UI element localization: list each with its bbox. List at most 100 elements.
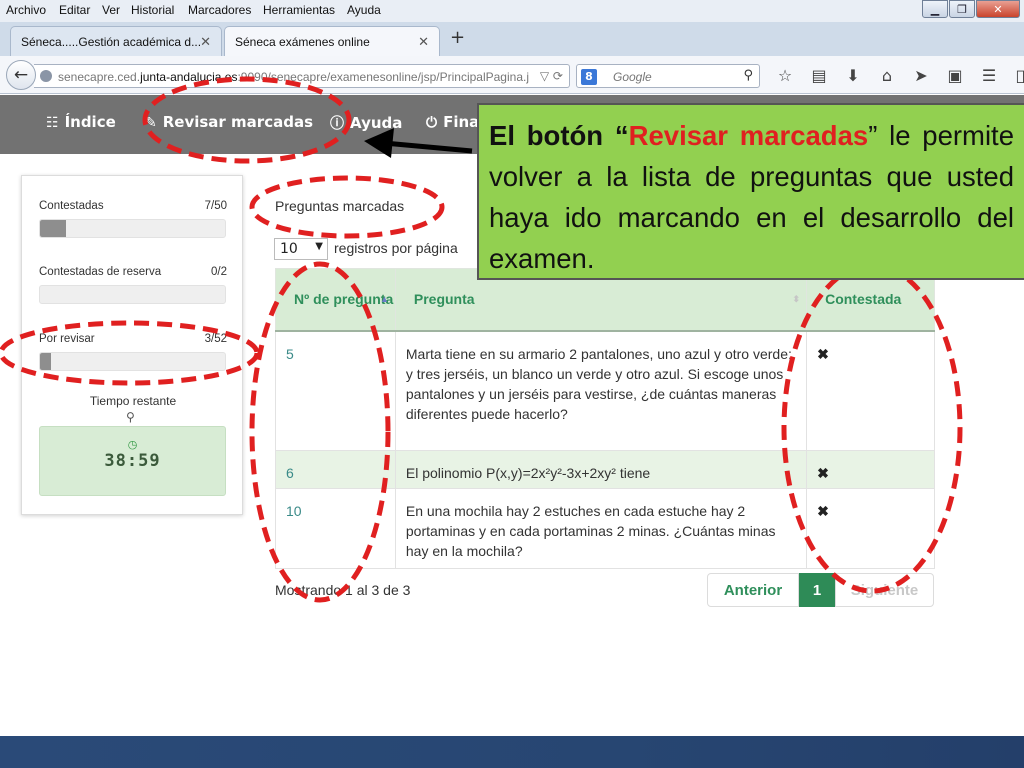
por-revisar-label: Por revisar — [39, 333, 95, 345]
home-icon[interactable]: ⌂ — [870, 66, 904, 85]
search-icon[interactable]: ⚲ — [743, 68, 753, 83]
callout-highlight: Revisar marcadas — [628, 120, 869, 151]
tiempo-restante-label: Tiempo restante — [89, 394, 177, 408]
tab-label: Séneca.....Gestión académica d... — [21, 35, 202, 49]
tab-label: Séneca exámenes online — [235, 35, 370, 49]
page-title: Preguntas marcadas — [275, 198, 405, 214]
callout-text-start: El botón “ — [489, 120, 629, 151]
tab-gestion-academica[interactable]: Séneca.....Gestión académica d... ✕ — [10, 26, 222, 56]
maximize-icon[interactable]: ❐ — [949, 0, 975, 18]
google-icon: 8 — [581, 69, 597, 85]
reserva-label: Contestadas de reserva — [39, 266, 162, 278]
screenshot-icon[interactable]: ▣ — [938, 66, 972, 85]
toolbar-icons: ☆ ▤ ⬇ ⌂ ➤ ▣ ☰ ◨ — [768, 66, 1024, 85]
power-icon: ⏻ — [426, 115, 438, 131]
close-window-icon[interactable]: ✕ — [976, 0, 1020, 18]
menu-herramientas[interactable]: Herramientas — [263, 3, 335, 17]
close-tab-icon[interactable]: ✕ — [200, 34, 211, 50]
col-header-pregunta-label: Pregunta — [413, 291, 475, 308]
tab-examenes-online[interactable]: Séneca exámenes online ✕ — [224, 26, 440, 56]
menu-editar[interactable]: Editar — [59, 3, 90, 17]
url-bar[interactable]: senecapre.ced.junta-andalucia.es:9090/se… — [34, 64, 570, 88]
progress-panel: Contestadas 7/50 Contestadas de reserva … — [21, 175, 243, 515]
reserva-progress-bar — [39, 285, 226, 304]
question-text[interactable]: En una mochila hay 2 estuches en cada es… — [394, 488, 808, 569]
nav-indice-label: Índice — [64, 113, 116, 131]
reading-list-icon[interactable]: ▤ — [802, 66, 836, 85]
menu-ayuda[interactable]: Ayuda — [347, 3, 381, 17]
hamburger-menu-icon[interactable]: ☰ — [972, 66, 1006, 85]
sort-asc-icon: ▲ — [379, 294, 389, 304]
col-header-num[interactable]: Nº de pregunta ▲ — [275, 268, 396, 332]
menu-ver[interactable]: Ver — [102, 3, 120, 17]
answered-cell: ✖ — [806, 450, 935, 489]
nav-ayuda[interactable]: ⓘ Ayuda — [330, 113, 402, 133]
answered-cell: ✖ — [806, 488, 935, 569]
page-size-value: 10 — [280, 241, 298, 257]
question-text[interactable]: Marta tiene en su armario 2 pantalones, … — [394, 330, 808, 451]
nav-finalizar[interactable]: ⏻ Fina — [426, 113, 479, 131]
table-row[interactable]: 10 En una mochila hay 2 estuches en cada… — [275, 488, 935, 569]
star-icon[interactable]: ☆ — [768, 66, 802, 85]
tab-bar: Séneca.....Gestión académica d... ✕ Séne… — [0, 22, 1024, 56]
back-arrow-icon[interactable]: ← — [6, 60, 36, 90]
question-text[interactable]: El polinomio P(x,y)=2x²y²-3x+2xy² tiene — [394, 450, 808, 489]
table-row[interactable]: 6 El polinomio P(x,y)=2x²y²-3x+2xy² tien… — [275, 450, 935, 489]
send-icon[interactable]: ➤ — [904, 66, 938, 85]
timer-value: 38:59 — [104, 451, 161, 471]
search-box[interactable]: 8 Google ⚲ — [576, 64, 760, 88]
nav-indice[interactable]: ☷ Índice — [46, 113, 116, 131]
showing-info: Mostrando 1 al 3 de 3 — [275, 582, 411, 598]
url-text: senecapre.ced.junta-andalucia.es:9090/se… — [58, 70, 529, 84]
table-row[interactable]: 5 Marta tiene en su armario 2 pantalones… — [275, 330, 935, 451]
answered-cell: ✖ — [806, 330, 935, 451]
minimize-icon[interactable]: ▁ — [922, 0, 948, 18]
close-tab-icon[interactable]: ✕ — [418, 34, 429, 50]
zoom-in-icon[interactable]: ⚲ — [126, 410, 135, 424]
cross-icon: ✖ — [817, 345, 829, 362]
question-number[interactable]: 10 — [275, 488, 396, 569]
marked-questions-table: Nº de pregunta ▲ Pregunta ⬍ Contestada 5 M… — [275, 268, 935, 569]
sort-icon: ⬍ — [792, 294, 801, 304]
explanation-callout: El botón “Revisar marcadas” le permite v… — [477, 103, 1024, 280]
navigation-bar: senecapre.ced.junta-andalucia.es:9090/se… — [0, 56, 1024, 94]
timer-box: ◷ 38:59 — [39, 426, 226, 496]
menu-bar: Archivo Editar Ver Historial Marcadores … — [0, 0, 1024, 22]
window-controls: ▁ ❐ ✕ — [921, 0, 1020, 18]
contestadas-value: 7/50 — [204, 200, 227, 212]
globe-icon — [40, 70, 52, 82]
clock-icon: ◷ — [127, 438, 138, 451]
page-size-select[interactable]: 10 ▼ — [274, 238, 328, 260]
per-page-label: registros por página — [334, 240, 458, 256]
contestadas-row: Contestadas 7/50 — [39, 200, 227, 212]
por-revisar-row: Por revisar 3/52 — [39, 333, 227, 345]
contestadas-label: Contestadas — [39, 200, 104, 212]
current-page-button[interactable]: 1 — [799, 573, 835, 607]
question-number[interactable]: 5 — [275, 330, 396, 451]
info-icon: ⓘ — [330, 116, 344, 132]
sitemap-icon: ☷ — [46, 115, 59, 131]
new-tab-icon[interactable]: + — [450, 27, 465, 48]
pagination: Anterior 1 Siguiente — [707, 573, 934, 607]
por-revisar-progress-fill — [40, 353, 51, 370]
nav-revisar-marcadas[interactable]: ✎ Revisar marcadas — [145, 113, 313, 131]
next-page-button[interactable]: Siguiente — [835, 573, 934, 607]
prev-page-button[interactable]: Anterior — [707, 573, 799, 607]
cross-icon: ✖ — [817, 465, 829, 481]
menu-marcadores[interactable]: Marcadores — [188, 3, 251, 17]
cross-icon: ✖ — [817, 503, 829, 519]
col-header-num-label: Nº de pregunta — [294, 291, 394, 308]
nav-revisar-label: Revisar marcadas — [162, 113, 313, 131]
nav-finalizar-label: Fina — [443, 113, 480, 131]
por-revisar-progress-bar — [39, 352, 226, 371]
sidebar-icon[interactable]: ◨ — [1006, 66, 1024, 85]
reload-icon[interactable]: ▽ ⟳ — [540, 69, 563, 83]
download-icon[interactable]: ⬇ — [836, 66, 870, 85]
menu-historial[interactable]: Historial — [131, 3, 174, 17]
pencil-icon: ✎ — [145, 115, 157, 131]
slide-footer-band — [0, 736, 1024, 768]
menu-archivo[interactable]: Archivo — [6, 3, 46, 17]
question-number[interactable]: 6 — [275, 450, 396, 489]
col-header-contestada-label: Contestada — [825, 291, 902, 308]
por-revisar-value: 3/52 — [204, 333, 227, 345]
